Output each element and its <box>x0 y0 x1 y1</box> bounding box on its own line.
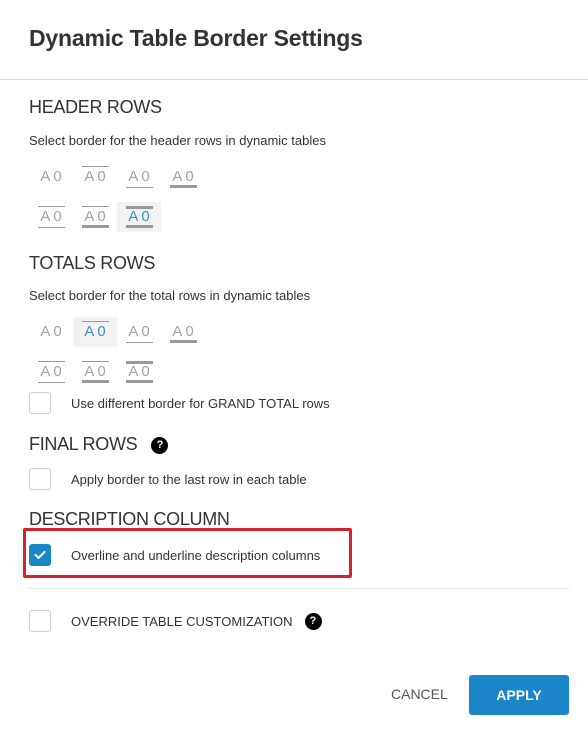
totals-border-option-over-thick-under[interactable]: A0 <box>73 357 117 387</box>
description-column-checkbox-row[interactable]: Overline and underline description colum… <box>29 544 320 566</box>
override-checkbox-label: OVERRIDE TABLE CUSTOMIZATION <box>71 613 293 629</box>
header-border-option-over-thick-under[interactable]: A0 <box>73 202 117 232</box>
description-column-heading: DESCRIPTION COLUMN <box>29 509 230 529</box>
description-column-checkbox[interactable] <box>29 544 51 566</box>
border-preview: A0 <box>37 361 65 383</box>
section-divider <box>29 588 569 589</box>
header-border-option-thick-underline[interactable]: A0 <box>161 162 205 192</box>
final-rows-checkbox-label: Apply border to the last row in each tab… <box>71 471 307 487</box>
override-checkbox-row[interactable]: OVERRIDE TABLE CUSTOMIZATION ? <box>29 610 322 632</box>
header-border-option-overline[interactable]: A0 <box>73 162 117 192</box>
border-preview: A0 <box>82 166 109 185</box>
totals-border-option-over-under[interactable]: A0 <box>29 357 73 387</box>
grand-total-checkbox-row[interactable]: Use different border for GRAND TOTAL row… <box>29 392 330 414</box>
totals-border-option-underline[interactable]: A0 <box>117 317 161 347</box>
question-circle-icon[interactable]: ? <box>151 436 169 454</box>
totals-rows-heading: TOTALS ROWS <box>29 253 156 273</box>
final-rows-heading: FINAL ROWS <box>29 434 138 454</box>
header-border-option-over-under[interactable]: A0 <box>29 202 73 232</box>
override-checkbox[interactable] <box>29 610 51 632</box>
border-preview: A0 <box>40 168 65 185</box>
totals-rows-description: Select border for the total rows in dyna… <box>29 288 311 303</box>
grand-total-checkbox-label: Use different border for GRAND TOTAL row… <box>71 395 330 411</box>
description-column-checkbox-label: Overline and underline description colum… <box>71 547 321 563</box>
border-preview: A0 <box>37 206 65 228</box>
border-preview: A0 <box>125 322 153 343</box>
apply-button[interactable]: APPLY <box>469 675 569 715</box>
header-rows-heading: HEADER ROWS <box>29 97 162 117</box>
border-preview: A0 <box>169 167 197 188</box>
final-rows-checkbox-row[interactable]: Apply border to the last row in each tab… <box>29 468 307 490</box>
question-circle-icon[interactable]: ? <box>304 612 322 630</box>
title-divider <box>0 79 588 80</box>
final-rows-checkbox[interactable] <box>29 468 51 490</box>
final-rows-heading-row: FINAL ROWS? <box>29 434 169 455</box>
border-preview: A0 <box>81 206 109 228</box>
border-preview: A0 <box>125 167 153 188</box>
checkmark-icon <box>34 551 46 559</box>
totals-border-option-thick-over-under[interactable]: A0 <box>117 357 161 387</box>
header-border-option-none[interactable]: A0 <box>29 162 73 192</box>
totals-border-option-overline[interactable]: A0 <box>73 317 117 347</box>
border-preview: A0 <box>40 323 65 340</box>
border-preview: A0 <box>81 361 109 383</box>
border-preview: A0 <box>169 322 197 343</box>
grand-total-checkbox[interactable] <box>29 392 51 414</box>
header-rows-description: Select border for the header rows in dyn… <box>29 133 326 148</box>
totals-border-option-thick-underline[interactable]: A0 <box>161 317 205 347</box>
cancel-button[interactable]: CANCEL <box>391 686 448 702</box>
border-preview: A0 <box>125 361 153 383</box>
dialog-title: Dynamic Table Border Settings <box>29 25 363 51</box>
header-border-option-underline[interactable]: A0 <box>117 162 161 192</box>
totals-border-option-none[interactable]: A0 <box>29 317 73 347</box>
header-border-option-thick-over-under[interactable]: A0 <box>117 202 161 232</box>
border-preview: A0 <box>82 321 109 340</box>
border-preview: A0 <box>125 206 153 228</box>
